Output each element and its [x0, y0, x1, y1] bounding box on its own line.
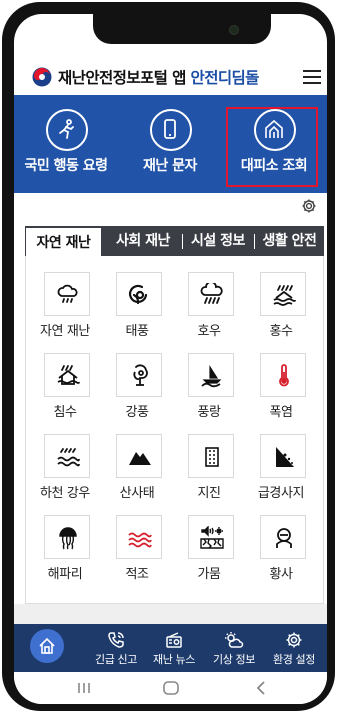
banner-label: 재난 문자: [143, 158, 197, 174]
nav-emergency-report[interactable]: 긴급 신고: [86, 627, 146, 669]
disaster-item[interactable]: 강풍: [102, 345, 172, 425]
disaster-label: 적조: [125, 567, 149, 582]
home-nav-icon[interactable]: [162, 678, 180, 698]
disaster-item[interactable]: 황사: [246, 507, 316, 587]
nav-weather-info[interactable]: 기상 정보: [204, 627, 264, 669]
tab-natural-disaster[interactable]: 자연 재난: [25, 227, 102, 256]
disaster-item[interactable]: 홍수: [246, 264, 316, 344]
app-logo-icon: [32, 67, 52, 87]
river-rain-icon: [57, 448, 80, 467]
bottom-navigation: 긴급 신고 재난 뉴스 기상 정보 환경 설정: [14, 624, 327, 672]
nav-disaster-news[interactable]: 재난 뉴스: [144, 627, 204, 669]
disaster-label: 침수: [53, 405, 77, 420]
banner-disaster-text[interactable]: 재난 문자: [118, 95, 222, 193]
disaster-label: 해파리: [47, 567, 83, 582]
nav-settings[interactable]: 환경 설정: [264, 627, 324, 669]
title-prefix: 재난안전정보포털 앱: [58, 69, 191, 87]
android-system-bar: [14, 672, 327, 704]
disaster-grid: 자연 재난 태풍 호우 홍수 침수 강풍 풍랑 폭염 하천 강우 산사태 지진 …: [25, 256, 324, 604]
camera-icon: [229, 25, 239, 35]
banner-label: 국민 행동 요령: [24, 158, 108, 174]
yellow-dust-icon: [276, 528, 292, 548]
inundation-icon: [57, 365, 80, 385]
steep-slope-icon: [276, 447, 294, 467]
strong-wind-icon: [133, 364, 148, 386]
gear-icon[interactable]: [301, 198, 317, 214]
phone-call-icon: [108, 632, 124, 648]
disaster-label: 강풍: [125, 405, 149, 420]
running-person-icon: [59, 119, 74, 139]
highlight-box: [226, 107, 318, 187]
smartphone-icon: [164, 119, 176, 139]
disaster-label: 급경사지: [257, 486, 305, 501]
disaster-item[interactable]: 침수: [30, 345, 100, 425]
disaster-item[interactable]: 태풍: [102, 264, 172, 344]
red-tide-icon: [128, 532, 152, 548]
disaster-item[interactable]: 가뭄: [174, 507, 244, 587]
weather-icon: [225, 632, 244, 648]
disaster-item[interactable]: 지진: [174, 426, 244, 506]
disaster-label: 홍수: [269, 324, 293, 339]
high-waves-icon: [201, 364, 222, 388]
disaster-item[interactable]: 해파리: [30, 507, 100, 587]
typhoon-icon: [129, 284, 148, 305]
banner-action-guide[interactable]: 국민 행동 요령: [14, 95, 118, 193]
disaster-label: 하천 강우: [40, 486, 90, 501]
disaster-label: 태풍: [125, 324, 149, 339]
nav-label: 긴급 신고: [95, 653, 137, 666]
thermometer-icon: [279, 364, 289, 387]
disaster-label: 풍랑: [197, 405, 221, 420]
jellyfish-icon: [59, 527, 77, 550]
tab-life-safety[interactable]: 생활 안전: [255, 226, 324, 256]
flood-icon: [273, 285, 296, 306]
disaster-label: 자연 재난: [40, 324, 90, 339]
back-nav-icon[interactable]: [254, 678, 268, 698]
category-tabs: 자연 재난 사회 재난 시설 정보 생활 안전: [25, 226, 324, 256]
hamburger-menu-icon[interactable]: [303, 70, 321, 84]
drought-icon: [200, 526, 224, 549]
disaster-label: 황사: [269, 567, 293, 582]
radio-icon: [166, 632, 182, 648]
settings-icon: [286, 632, 302, 648]
disaster-item[interactable]: 호우: [174, 264, 244, 344]
disaster-item[interactable]: 폭염: [246, 345, 316, 425]
nav-label: 재난 뉴스: [153, 653, 195, 666]
disaster-label: 산사태: [119, 486, 155, 501]
disaster-item[interactable]: 하천 강우: [30, 426, 100, 506]
nav-label: 환경 설정: [273, 653, 315, 666]
bottom-spacer: [14, 604, 327, 624]
tab-facility-info[interactable]: 시설 정보: [183, 226, 253, 256]
disaster-label: 가뭄: [197, 567, 221, 582]
disaster-item[interactable]: 적조: [102, 507, 172, 587]
cloud-rain-icon: [57, 284, 78, 303]
phone-frame: 재난안전정보포털 앱 안전디딤돌 국민 행동 요령 재난 문자 대피소 조회 자…: [2, 2, 335, 711]
app-title: 재난안전정보포털 앱 안전디딤돌: [58, 66, 259, 88]
disaster-label: 호우: [197, 324, 221, 339]
disaster-label: 폭염: [269, 405, 293, 420]
home-icon: [39, 637, 55, 654]
recent-apps-icon[interactable]: [76, 678, 92, 698]
disaster-item[interactable]: 자연 재난: [30, 264, 100, 344]
landslide-icon: [129, 452, 151, 465]
disaster-item[interactable]: 급경사지: [246, 426, 316, 506]
disaster-item[interactable]: 풍랑: [174, 345, 244, 425]
app-screen: 재난안전정보포털 앱 안전디딤돌 국민 행동 요령 재난 문자 대피소 조회 자…: [14, 14, 327, 704]
camera-notch: [93, 14, 271, 44]
disaster-label: 지진: [197, 486, 221, 501]
disaster-item[interactable]: 산사태: [102, 426, 172, 506]
earthquake-icon: [205, 447, 219, 467]
app-header: 재난안전정보포털 앱 안전디딤돌: [14, 59, 327, 95]
home-button[interactable]: [30, 629, 64, 663]
heavy-rain-icon: [200, 283, 223, 304]
nav-label: 기상 정보: [213, 653, 255, 666]
title-accent: 안전디딤돌: [190, 69, 260, 87]
tab-social-disaster[interactable]: 사회 재난: [105, 226, 181, 256]
